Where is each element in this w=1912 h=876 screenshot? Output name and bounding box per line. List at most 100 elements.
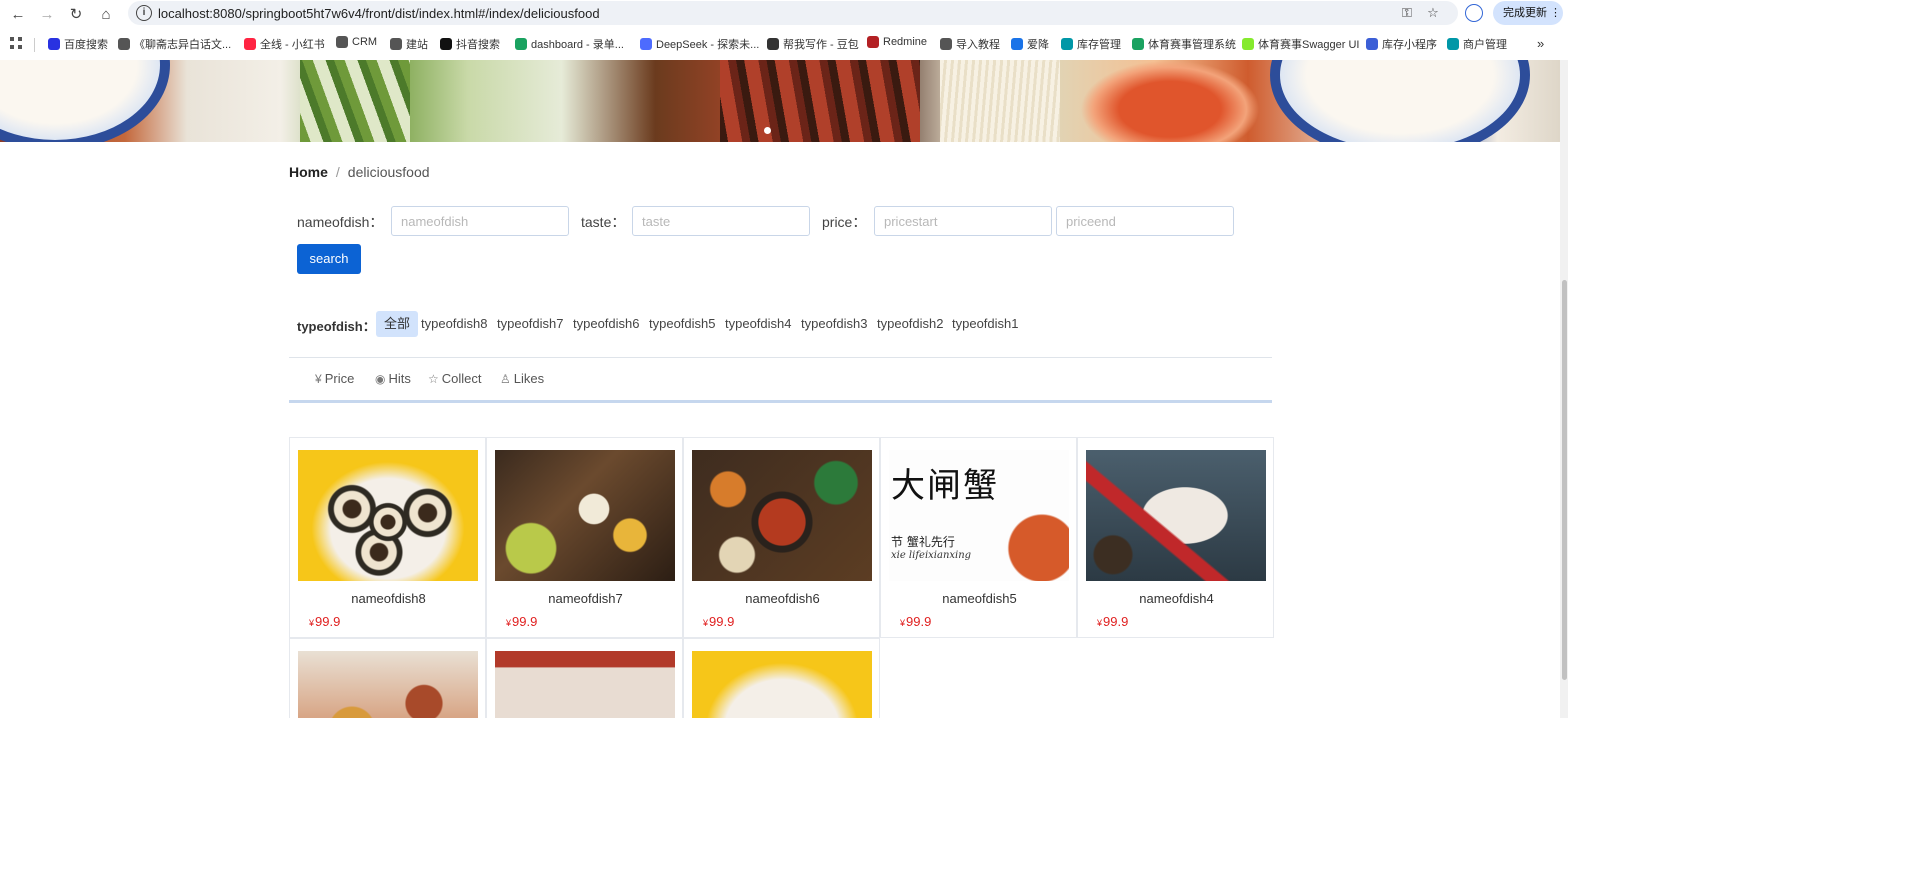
dish-name[interactable]: nameofdish7	[487, 591, 684, 606]
back-icon[interactable]: ←	[8, 4, 28, 24]
dish-type-tag[interactable]: typeofdish4	[725, 311, 792, 337]
dish-type-tag[interactable]: 全部	[376, 311, 419, 337]
dish-type-tag[interactable]: typeofdish1	[952, 311, 1019, 337]
bookmark-item[interactable]: 导入教程	[940, 36, 1000, 52]
dish-name[interactable]: nameofdish6	[684, 591, 881, 606]
dish-image-caption: xie lifeixianxing	[891, 550, 972, 561]
bookmark-label: 导入教程	[956, 39, 1000, 51]
dish-image[interactable]	[692, 651, 872, 718]
bookmark-favicon-icon	[244, 38, 256, 50]
dish-image[interactable]	[495, 651, 675, 718]
dish-card[interactable]	[289, 638, 486, 718]
sort-divider-bottom	[289, 400, 1272, 403]
dish-type-tag[interactable]: typeofdish3	[801, 311, 868, 337]
bookmark-item[interactable]: 库存管理	[1061, 36, 1121, 52]
dish-type-tag[interactable]: typeofdish8	[421, 311, 488, 337]
bookmark-favicon-icon	[1242, 38, 1254, 50]
taste-input[interactable]	[632, 206, 810, 236]
update-button[interactable]: 完成更新 ⋮	[1493, 1, 1563, 25]
apps-grid-icon[interactable]	[10, 37, 22, 49]
currency-symbol: ¥	[703, 618, 709, 628]
star-icon: ☆	[428, 371, 439, 386]
bookmark-star-icon[interactable]: ☆	[1424, 4, 1442, 22]
price-end-input[interactable]	[1056, 206, 1234, 236]
bookmark-favicon-icon	[118, 38, 130, 50]
bookmark-label: 商户管理	[1463, 39, 1507, 51]
carousel-indicator[interactable]	[764, 127, 771, 134]
breadcrumb-current: deliciousfood	[347, 164, 430, 180]
bookmark-favicon-icon	[1447, 38, 1459, 50]
scrollbar-thumb[interactable]	[1562, 280, 1567, 680]
address-bar[interactable]: i localhost:8080/springboot5ht7w6v4/fron…	[128, 1, 1458, 25]
banner-noodles	[940, 60, 1060, 142]
bookmark-favicon-icon	[940, 38, 952, 50]
dish-image[interactable]	[692, 450, 872, 581]
dish-card[interactable]	[683, 638, 880, 718]
bookmark-item[interactable]: 体育赛事Swagger UI	[1242, 36, 1359, 52]
dish-type-tag[interactable]: typeofdish5	[649, 311, 716, 337]
banner-cucumber	[300, 60, 410, 142]
banner-carousel[interactable]	[0, 60, 1560, 142]
price-value: 99.9	[709, 614, 735, 629]
dish-name[interactable]: nameofdish8	[290, 591, 487, 606]
bookmark-item[interactable]: 库存小程序	[1366, 36, 1437, 52]
more-bookmarks-icon[interactable]: »	[1537, 36, 1544, 51]
profile-icon[interactable]	[1465, 4, 1483, 22]
dish-card[interactable]: nameofdish8 ¥99.9	[289, 437, 486, 638]
dish-image[interactable]: 大闸蟹节 蟹礼先行 xie lifeixianxing	[889, 450, 1069, 581]
reload-icon[interactable]: ↻	[66, 4, 86, 24]
dish-name-input[interactable]	[391, 206, 569, 236]
sort-divider-top	[289, 357, 1272, 358]
dish-image[interactable]	[298, 651, 478, 718]
bookmark-item[interactable]: 《聊斋志异白话文...	[118, 36, 231, 52]
site-info-icon[interactable]: i	[136, 5, 152, 21]
bookmark-item[interactable]: 抖音搜索	[440, 36, 500, 52]
currency-symbol: ¥	[309, 618, 315, 628]
sort-hits[interactable]: ◉ Hits	[375, 371, 411, 386]
dish-card[interactable]	[486, 638, 683, 718]
bookmark-label: Redmine	[883, 36, 928, 48]
bookmark-label: 体育赛事Swagger UI	[1258, 39, 1360, 51]
dish-image[interactable]	[1086, 450, 1266, 581]
bookmark-item[interactable]: 体育赛事管理系统	[1132, 36, 1236, 52]
bookmark-item[interactable]: 商户管理	[1447, 36, 1507, 52]
password-key-icon[interactable]: ⚿	[1398, 4, 1416, 22]
dish-card[interactable]: 大闸蟹节 蟹礼先行 xie lifeixianxing nameofdish5 ¥99…	[880, 437, 1077, 638]
url-text[interactable]: localhost:8080/springboot5ht7w6v4/front/…	[158, 6, 600, 21]
home-icon[interactable]: ⌂	[96, 4, 116, 24]
dish-type-tag[interactable]: typeofdish2	[877, 311, 944, 337]
dish-card[interactable]: nameofdish7 ¥99.9	[486, 437, 683, 638]
banner-shrimp	[1080, 60, 1260, 142]
dish-type-tag[interactable]: typeofdish6	[573, 311, 640, 337]
dish-image[interactable]	[495, 450, 675, 581]
bookmark-label: 爱降	[1027, 39, 1049, 51]
bookmark-item[interactable]: CRM	[336, 36, 377, 48]
dish-card[interactable]: nameofdish4 ¥99.9	[1077, 437, 1274, 638]
bookmark-item[interactable]: 建站	[390, 36, 428, 52]
sort-price[interactable]: ¥ Price	[315, 371, 354, 386]
dish-price: ¥99.9	[506, 614, 537, 629]
bookmark-item[interactable]: 帮我写作 - 豆包	[767, 36, 859, 52]
sort-likes[interactable]: ♙ Likes	[500, 371, 544, 386]
bookmark-item[interactable]: 爱降	[1011, 36, 1049, 52]
price-start-input[interactable]	[874, 206, 1052, 236]
sort-collect[interactable]: ☆ Collect	[428, 371, 482, 386]
bookmark-item[interactable]: 百度搜索	[48, 36, 108, 52]
bookmark-item[interactable]: Redmine	[867, 36, 927, 48]
dish-name[interactable]: nameofdish5	[881, 591, 1078, 606]
bookmark-item[interactable]: dashboard - 录单...	[515, 36, 624, 52]
bookmarks-bar: 百度搜索 《聊斋志异白话文... 全线 - 小红书 CRM 建站 抖音搜索 dashboar…	[0, 30, 1568, 57]
dish-image[interactable]	[298, 450, 478, 581]
forward-icon[interactable]: →	[37, 4, 57, 24]
dish-image-caption: 大闸蟹	[891, 466, 999, 506]
search-button[interactable]: search	[297, 244, 361, 274]
bookmark-label: 库存小程序	[1382, 39, 1437, 51]
dish-type-tag[interactable]: typeofdish7	[497, 311, 564, 337]
price-label: price：	[822, 214, 867, 230]
dish-card[interactable]: nameofdish6 ¥99.9	[683, 437, 880, 638]
bookmark-favicon-icon	[48, 38, 60, 50]
bookmark-item[interactable]: DeepSeek - 探索未...	[640, 36, 759, 52]
dish-name[interactable]: nameofdish4	[1078, 591, 1275, 606]
bookmark-item[interactable]: 全线 - 小红书	[244, 36, 325, 52]
breadcrumb-home[interactable]: Home	[289, 164, 328, 180]
